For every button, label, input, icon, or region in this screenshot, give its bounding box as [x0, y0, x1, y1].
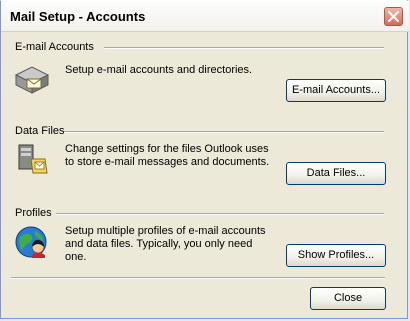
profile-globe-icon	[15, 226, 47, 258]
mail-tray-icon	[14, 66, 50, 94]
profiles-description-line2: and data files. Typically, you only need	[65, 238, 253, 250]
data-files-section-divider	[64, 131, 384, 133]
data-files-description-line2: to store e-mail messages and documents.	[65, 156, 270, 168]
footer-divider	[11, 277, 385, 279]
profiles-section-divider	[56, 213, 384, 215]
profiles-description-line1: Setup multiple profiles of e-mail accoun…	[65, 225, 266, 237]
data-files-section-label: Data Files	[15, 125, 65, 137]
profiles-section-label: Profiles	[15, 207, 52, 219]
email-accounts-button[interactable]: E-mail Accounts...	[286, 79, 386, 102]
email-accounts-description: Setup e-mail accounts and directories.	[65, 64, 253, 76]
email-section-divider	[104, 47, 384, 49]
close-window-button[interactable]	[384, 7, 403, 26]
data-files-button[interactable]: Data Files...	[286, 162, 386, 185]
data-files-description-line1: Change settings for the files Outlook us…	[65, 143, 269, 155]
data-files-icon	[18, 144, 48, 174]
dialog-title: Mail Setup - Accounts	[10, 9, 146, 24]
close-button[interactable]: Close	[310, 287, 386, 310]
mail-setup-dialog: Mail Setup - Accounts E-mail Accounts Se…	[0, 0, 409, 319]
title-bar[interactable]: Mail Setup - Accounts	[1, 1, 409, 32]
profiles-description-line3: one.	[65, 251, 87, 263]
close-x-icon	[388, 11, 399, 22]
show-profiles-button[interactable]: Show Profiles...	[286, 244, 386, 267]
email-accounts-section-label: E-mail Accounts	[15, 41, 94, 53]
